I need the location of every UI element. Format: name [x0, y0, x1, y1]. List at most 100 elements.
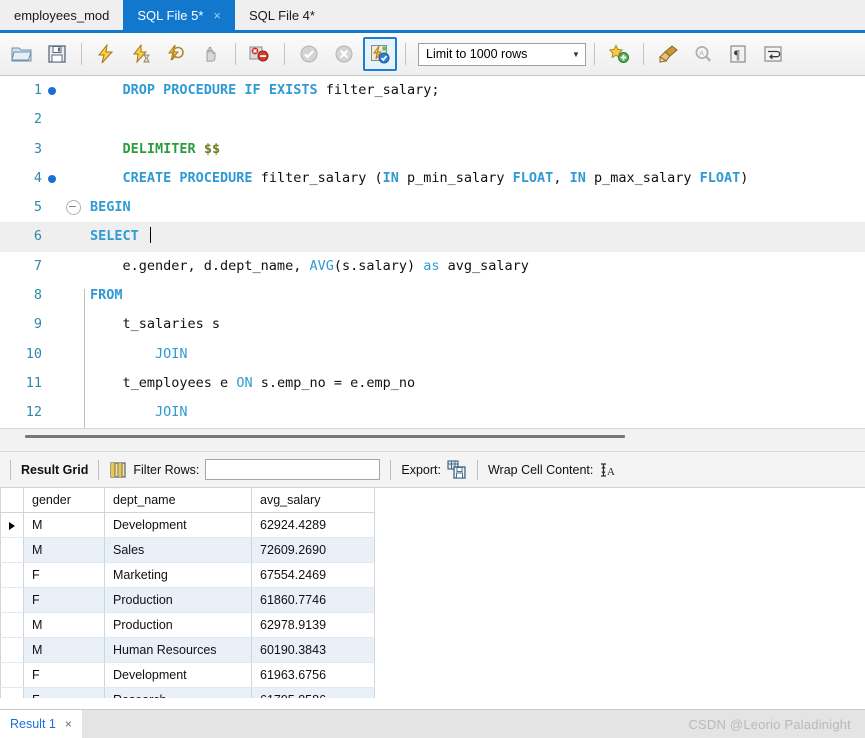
code-line[interactable]: 10 JOIN: [0, 340, 865, 369]
close-icon[interactable]: ×: [65, 717, 72, 731]
tab-label: SQL File 4*: [248, 7, 315, 23]
row-header-cell[interactable]: [0, 637, 24, 663]
cell-dept-name[interactable]: Sales: [104, 537, 252, 563]
code-line[interactable]: 9 t_salaries s: [0, 310, 865, 339]
cell-avg-salary[interactable]: 61963.6756: [251, 662, 375, 688]
cell-gender[interactable]: M: [23, 512, 105, 538]
row-header-cell[interactable]: [0, 562, 24, 588]
code-line[interactable]: 4 CREATE PROCEDURE filter_salary (IN p_m…: [0, 164, 865, 193]
execute-statement-icon[interactable]: [90, 38, 122, 70]
row-header-cell[interactable]: [0, 587, 24, 613]
grid-view-icon[interactable]: [109, 461, 127, 479]
cell-avg-salary[interactable]: 62924.4289: [251, 512, 375, 538]
open-sql-script-icon[interactable]: [6, 38, 38, 70]
tab-sql-file-4[interactable]: SQL File 4*: [234, 0, 329, 30]
table-row[interactable]: F Production 61860.7746: [0, 587, 375, 613]
row-limit-selector[interactable]: Limit to 1000 rows ▼: [418, 42, 586, 66]
cell-avg-salary[interactable]: 60190.3843: [251, 637, 375, 663]
row-header-cell[interactable]: [0, 537, 24, 563]
tab-sql-file-5[interactable]: SQL File 5* ×: [123, 0, 235, 30]
cell-gender[interactable]: F: [23, 687, 105, 698]
cell-gender[interactable]: M: [23, 537, 105, 563]
table-row[interactable]: M Sales 72609.2690: [0, 537, 375, 563]
table-row[interactable]: M Production 62978.9139: [0, 612, 375, 638]
tab-employees-mod[interactable]: employees_mod: [0, 0, 124, 30]
line-number: 5: [33, 199, 42, 216]
fold-collapse-icon[interactable]: [62, 200, 84, 216]
table-row[interactable]: F Marketing 67554.2469: [0, 562, 375, 588]
splitter-handle[interactable]: [25, 435, 625, 438]
commit-icon[interactable]: [293, 38, 325, 70]
statement-marker-dot-icon[interactable]: [42, 174, 62, 183]
chevron-down-icon[interactable]: ▼: [567, 50, 585, 59]
cell-gender[interactable]: F: [23, 562, 105, 588]
current-row-marker-icon[interactable]: [0, 512, 24, 538]
table-row[interactable]: M Development 62924.4289: [0, 512, 375, 538]
code-line[interactable]: 11 t_employees e ON s.emp_no = e.emp_no: [0, 369, 865, 398]
sql-code-editor[interactable]: 1 DROP PROCEDURE IF EXISTS filter_salary…: [0, 76, 865, 428]
rollback-icon[interactable]: [328, 38, 360, 70]
close-icon[interactable]: ×: [213, 9, 221, 22]
code-text: CREATE PROCEDURE filter_salary (IN p_min…: [122, 169, 749, 186]
code-line[interactable]: 1 DROP PROCEDURE IF EXISTS filter_salary…: [0, 76, 865, 105]
cell-gender[interactable]: M: [23, 637, 105, 663]
result-tab-result-1[interactable]: Result 1 ×: [0, 710, 82, 738]
cell-dept-name[interactable]: Development: [104, 512, 252, 538]
cell-dept-name[interactable]: Development: [104, 662, 252, 688]
filter-rows-label: Filter Rows:: [133, 462, 200, 477]
cell-dept-name[interactable]: Production: [104, 612, 252, 638]
cell-dept-name[interactable]: Marketing: [104, 562, 252, 588]
cell-dept-name[interactable]: Research: [104, 687, 252, 698]
cell-avg-salary[interactable]: 72609.2690: [251, 537, 375, 563]
row-header-cell[interactable]: [0, 662, 24, 688]
save-script-icon[interactable]: [41, 38, 73, 70]
wrap-cell-content-icon[interactable]: A: [599, 461, 617, 479]
toggle-word-wrap-icon[interactable]: [757, 38, 789, 70]
clear-query-icon[interactable]: [652, 38, 684, 70]
cell-dept-name[interactable]: Production: [104, 587, 252, 613]
execute-current-statement-icon[interactable]: [125, 38, 157, 70]
cell-gender[interactable]: F: [23, 587, 105, 613]
find-icon[interactable]: A: [687, 38, 719, 70]
column-header-gender[interactable]: gender: [23, 488, 105, 513]
row-header-cell[interactable]: [0, 687, 24, 698]
result-grid[interactable]: gender dept_name avg_salary M Development…: [0, 488, 865, 698]
stop-statement-icon[interactable]: [195, 38, 227, 70]
table-row[interactable]: FResearch61795.8586: [0, 687, 375, 698]
cell-avg-salary[interactable]: 61860.7746: [251, 587, 375, 613]
cell-gender[interactable]: M: [23, 612, 105, 638]
code-text: e.gender, d.dept_name, AVG(s.salary) as …: [90, 257, 529, 274]
column-header-avg-salary[interactable]: avg_salary: [251, 488, 375, 513]
code-line[interactable]: 6 SELECT: [0, 222, 865, 252]
toggle-autocommit-icon[interactable]: [363, 37, 397, 71]
code-text: JOIN: [155, 404, 188, 421]
row-header-corner: [0, 488, 24, 513]
code-line[interactable]: 12 JOIN: [0, 398, 865, 427]
code-line[interactable]: 2: [0, 105, 865, 134]
filter-rows-input[interactable]: [205, 459, 381, 480]
cell-dept-name[interactable]: Human Resources: [104, 637, 252, 663]
cell-avg-salary[interactable]: 67554.2469: [251, 562, 375, 588]
toggle-stop-on-error-icon[interactable]: [244, 38, 276, 70]
code-line[interactable]: 7 e.gender, d.dept_name, AVG(s.salary) a…: [0, 252, 865, 281]
sql-editor-toolbar: Limit to 1000 rows ▼ A ¶: [0, 33, 865, 76]
cell-gender[interactable]: F: [23, 662, 105, 688]
beautify-query-icon[interactable]: [603, 38, 635, 70]
column-header-dept-name[interactable]: dept_name: [104, 488, 252, 513]
code-line[interactable]: 3 DELIMITER $$: [0, 135, 865, 164]
code-line[interactable]: 5 BEGIN: [0, 193, 865, 222]
editor-results-splitter[interactable]: [0, 428, 865, 451]
table-row[interactable]: M Human Resources 60190.3843: [0, 637, 375, 663]
export-recordset-icon[interactable]: [447, 460, 467, 479]
explain-statement-icon[interactable]: [160, 38, 192, 70]
cell-avg-salary[interactable]: 62978.9139: [251, 612, 375, 638]
statement-marker-dot-icon[interactable]: [42, 86, 62, 95]
toggle-invisible-chars-icon[interactable]: ¶: [722, 38, 754, 70]
table-row[interactable]: F Development 61963.6756: [0, 662, 375, 688]
code-line[interactable]: 8 FROM: [0, 281, 865, 310]
watermark-text: CSDN @Leorio Paladinight: [688, 717, 851, 732]
row-header-cell[interactable]: [0, 612, 24, 638]
code-text: FROM: [90, 287, 123, 304]
cell-avg-salary[interactable]: 61795.8586: [251, 687, 375, 698]
line-number: 7: [33, 257, 42, 274]
